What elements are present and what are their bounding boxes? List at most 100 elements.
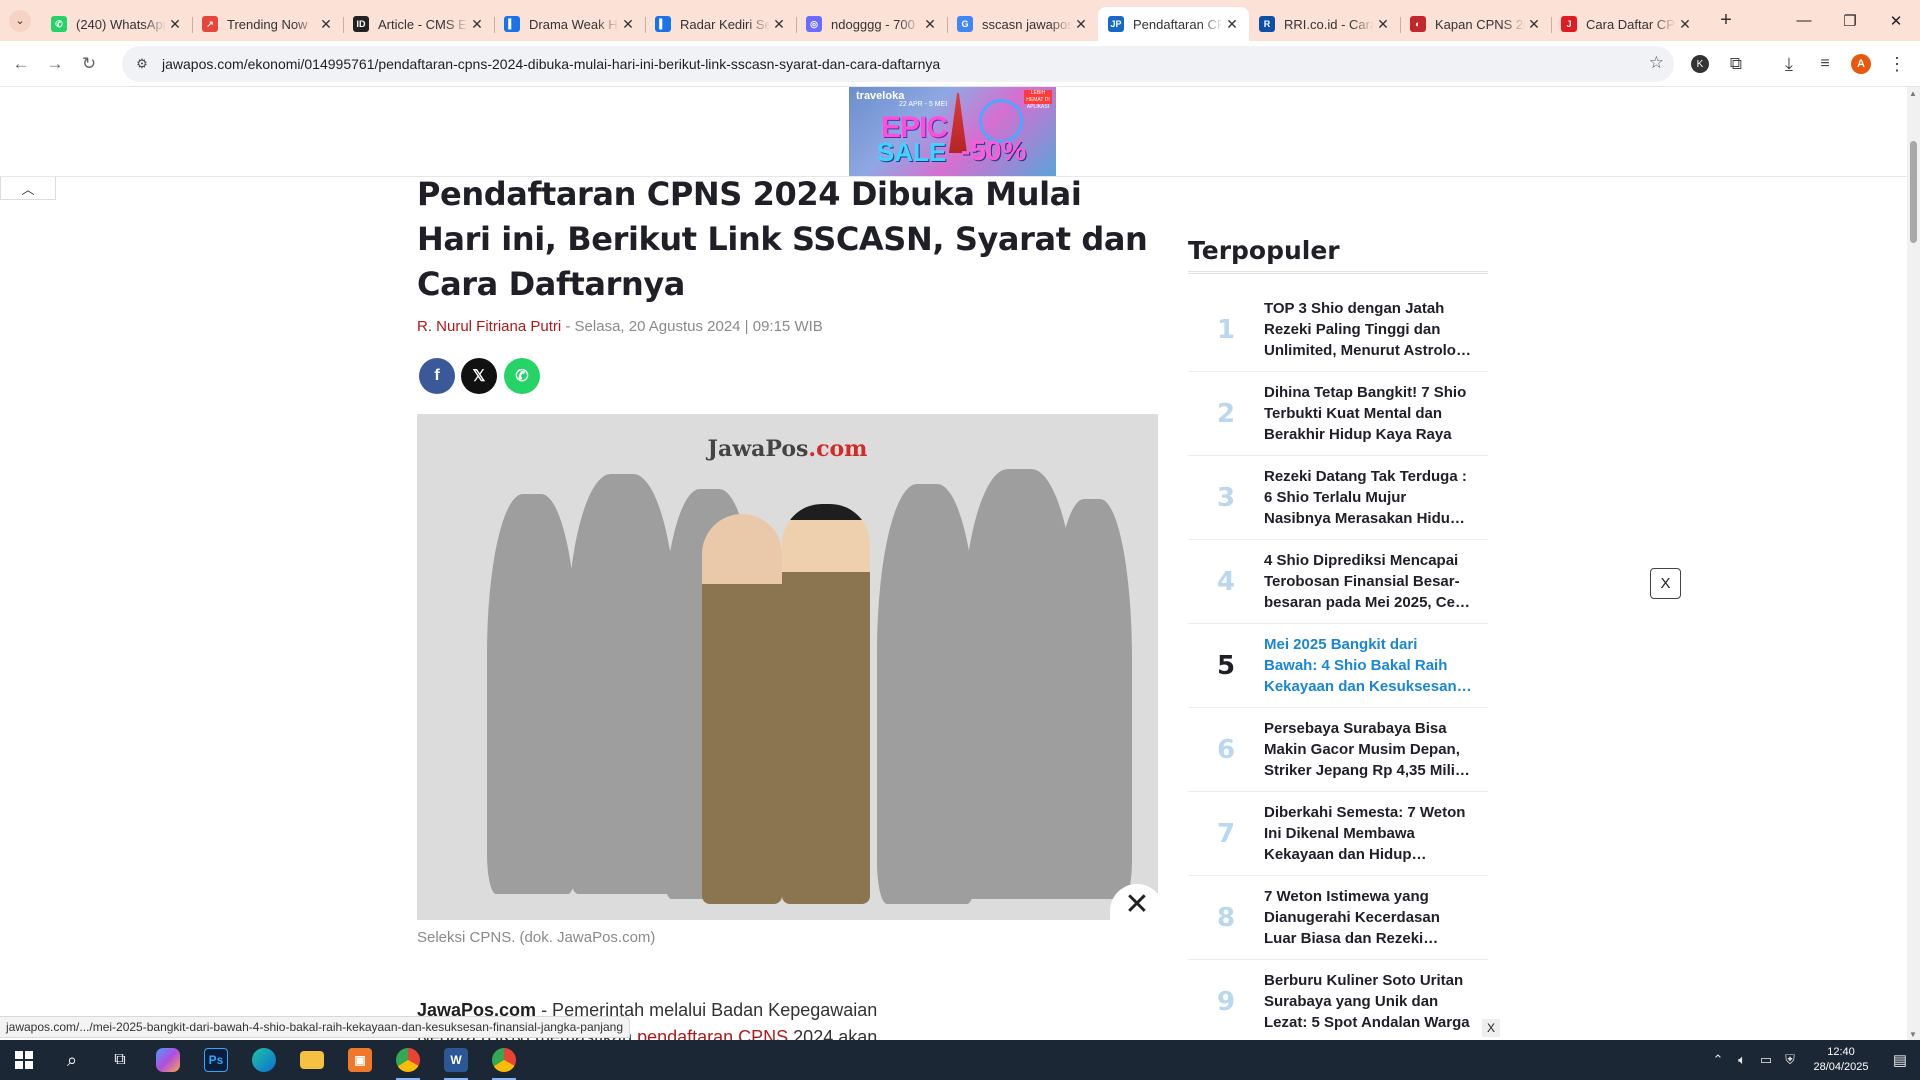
ad-sale: SALE	[877, 137, 947, 167]
close-tab-icon[interactable]: ✕	[619, 15, 637, 33]
chrome-profile-button[interactable]	[480, 1040, 528, 1080]
whatsapp-icon: ✆	[51, 16, 67, 32]
volume-icon[interactable]: 🔈︎	[1730, 1052, 1754, 1068]
plus-icon: +	[1720, 9, 1732, 31]
app-orange-button[interactable]: ▣	[336, 1040, 384, 1080]
close-tab-icon[interactable]: ✕	[468, 15, 486, 33]
popular-title-link[interactable]: Mei 2025 Bangkit dari Bawah: 4 Shio Baka…	[1264, 634, 1488, 697]
bookmark-star-icon[interactable]: ☆	[1649, 53, 1664, 73]
browser-tab[interactable]: JP Pendaftaran CPNS✕	[1098, 7, 1249, 41]
cpns-link[interactable]: pendaftaran CPNS	[637, 1027, 788, 1041]
browser-tab[interactable]: R RRI.co.id - Cara ✕	[1249, 7, 1400, 41]
restore-button[interactable]: ❐	[1827, 0, 1873, 41]
download-icon[interactable]: ⤓	[1772, 47, 1806, 81]
browser-tab[interactable]: ↗ Trending Now ✕	[192, 7, 343, 41]
page-scrollbar[interactable]: ▲ ▼	[1907, 87, 1920, 1041]
close-tab-icon[interactable]: ✕	[1072, 15, 1090, 33]
popular-item[interactable]: 1 TOP 3 Shio dengan Jatah Rezeki Paling T…	[1188, 288, 1488, 372]
edge-button[interactable]	[240, 1040, 288, 1080]
close-tab-icon[interactable]: ✕	[921, 15, 939, 33]
popular-item[interactable]: 3 Rezeki Datang Tak Terduga : 6 Shio Terl…	[1188, 456, 1488, 540]
network-icon[interactable]: ▭	[1754, 1052, 1778, 1068]
copilot-button[interactable]	[144, 1040, 192, 1080]
profile-initial: A	[1851, 54, 1871, 74]
start-button[interactable]	[0, 1040, 48, 1080]
browser-tab[interactable]: ◐ Kapan CPNS 2025✕	[1400, 7, 1551, 41]
popular-title-link[interactable]: 7 Weton Istimewa yang Dianugerahi Kecerd…	[1264, 886, 1488, 949]
reload-button[interactable]: ↻	[72, 47, 106, 81]
folder-icon	[300, 1051, 324, 1069]
new-tab-button[interactable]: +	[1712, 7, 1740, 35]
close-tab-icon[interactable]: ✕	[1374, 15, 1392, 33]
popular-rank: 6	[1216, 734, 1236, 765]
popular-title-link[interactable]: Persebaya Surabaya Bisa Makin Gacor Musi…	[1264, 718, 1488, 781]
close-tab-icon[interactable]: ✕	[1676, 15, 1694, 33]
edge-icon	[252, 1048, 276, 1072]
close-tab-icon[interactable]: ✕	[317, 15, 335, 33]
close-tab-icon[interactable]: ✕	[770, 15, 788, 33]
clock[interactable]: 12:40 28/04/2025	[1802, 1045, 1880, 1075]
photoshop-button[interactable]: Ps	[192, 1040, 240, 1080]
site-info-icon[interactable]: ⚙	[128, 50, 156, 78]
forward-button[interactable]: →	[38, 47, 72, 81]
minimize-button[interactable]: —	[1781, 0, 1827, 41]
browser-tab[interactable]: ✆ (240) WhatsApp ✕	[41, 7, 192, 41]
share-facebook-button[interactable]: f	[419, 358, 455, 394]
popular-item[interactable]: 5 Mei 2025 Bangkit dari Bawah: 4 Shio Bak…	[1188, 624, 1488, 708]
close-bottom-ad-button[interactable]: X	[1482, 1019, 1500, 1037]
browser-tab[interactable]: ▍ Radar Kediri Selasa✕	[645, 7, 796, 41]
more-menu-icon[interactable]: ⋮	[1880, 47, 1914, 81]
browser-tab[interactable]: ◎ ndogggg - 700 ✕	[796, 7, 947, 41]
task-view-icon: ⧉	[114, 1051, 126, 1068]
popular-title-link[interactable]: Rezeki Datang Tak Terduga : 6 Shio Terla…	[1264, 466, 1488, 529]
browser-tab[interactable]: ID Article - CMS Editor✕	[343, 7, 494, 41]
chevron-up-icon[interactable]: ⌃	[1706, 1052, 1730, 1068]
popular-title-link[interactable]: Dihina Tetap Bangkit! 7 Shio Terbukti Ku…	[1264, 382, 1488, 445]
profile-avatar[interactable]: A	[1844, 47, 1878, 81]
back-button[interactable]: ←	[4, 47, 38, 81]
popular-item[interactable]: 6 Persebaya Surabaya Bisa Makin Gacor Mus…	[1188, 708, 1488, 792]
share-x-button[interactable]: 𝕏	[461, 358, 497, 394]
popular-item[interactable]: 7 Diberkahi Semesta: 7 Weton Ini Dikenal …	[1188, 792, 1488, 876]
extension-avatar[interactable]: K	[1683, 47, 1717, 81]
author-link[interactable]: R. Nurul Fitriana Putri	[417, 318, 561, 335]
system-tray: ⌃ 🔈︎ ▭ ⛨ 12:40 28/04/2025 ▤	[1706, 1040, 1920, 1080]
popular-item[interactable]: 2 Dihina Tetap Bangkit! 7 Shio Terbukti K…	[1188, 372, 1488, 456]
close-window-button[interactable]: ✕	[1873, 0, 1919, 41]
browser-tab[interactable]: ▍ Drama Weak Hero✕	[494, 7, 645, 41]
popular-title-link[interactable]: Berburu Kuliner Soto Uritan Surabaya yan…	[1264, 970, 1488, 1033]
cms-icon: ID	[353, 16, 369, 32]
address-bar[interactable]: ⚙ jawapos.com/ekonomi/014995761/pendafta…	[122, 46, 1674, 82]
tab-search-button[interactable]: ⌄	[9, 9, 31, 32]
tab-title: Drama Weak Hero	[529, 16, 619, 32]
popular-item[interactable]: 4 4 Shio Diprediksi Mencapai Terobosan Fi…	[1188, 540, 1488, 624]
traveloka-ad-banner[interactable]: traveloka 22 APR - 5 MEI EPIC SALE -50% …	[849, 87, 1056, 176]
facebook-icon: f	[434, 367, 440, 384]
task-view-button[interactable]: ⧉	[96, 1040, 144, 1080]
scroll-down-icon[interactable]: ▼	[1909, 1030, 1917, 1039]
collapse-ad-button[interactable]: ︿	[0, 177, 56, 200]
word-button[interactable]: W	[432, 1040, 480, 1080]
popular-item[interactable]: 8 7 Weton Istimewa yang Dianugerahi Kecer…	[1188, 876, 1488, 960]
close-tab-icon[interactable]: ✕	[166, 15, 184, 33]
security-icon[interactable]: ⛨	[1778, 1052, 1802, 1068]
rri-icon: R	[1259, 16, 1275, 32]
popular-title-link[interactable]: Diberkahi Semesta: 7 Weton Ini Dikenal M…	[1264, 802, 1488, 865]
file-explorer-button[interactable]	[288, 1040, 336, 1080]
chrome-button[interactable]	[384, 1040, 432, 1080]
popular-title-link[interactable]: 4 Shio Diprediksi Mencapai Terobosan Fin…	[1264, 550, 1488, 613]
share-whatsapp-button[interactable]: ✆	[504, 358, 540, 394]
scroll-up-icon[interactable]: ▲	[1909, 89, 1917, 98]
close-tab-icon[interactable]: ✕	[1223, 15, 1241, 33]
popular-title-link[interactable]: TOP 3 Shio dengan Jatah Rezeki Paling Ti…	[1264, 298, 1488, 361]
close-side-ad-button[interactable]: X	[1650, 568, 1681, 599]
scrollbar-thumb[interactable]	[1910, 141, 1917, 243]
close-tab-icon[interactable]: ✕	[1525, 15, 1543, 33]
extensions-puzzle-icon[interactable]: ⧉	[1719, 47, 1753, 81]
media-control-icon[interactable]: ≡	[1808, 47, 1842, 81]
notification-icon[interactable]: ▤	[1880, 1051, 1920, 1069]
browser-tab[interactable]: J Cara Daftar CPNS✕	[1551, 7, 1702, 41]
search-button[interactable]: ⌕	[48, 1040, 96, 1080]
browser-tab[interactable]: Gsscasn jawapos ✕	[947, 7, 1098, 41]
popular-item[interactable]: 9 Berburu Kuliner Soto Uritan Surabaya ya…	[1188, 960, 1488, 1041]
